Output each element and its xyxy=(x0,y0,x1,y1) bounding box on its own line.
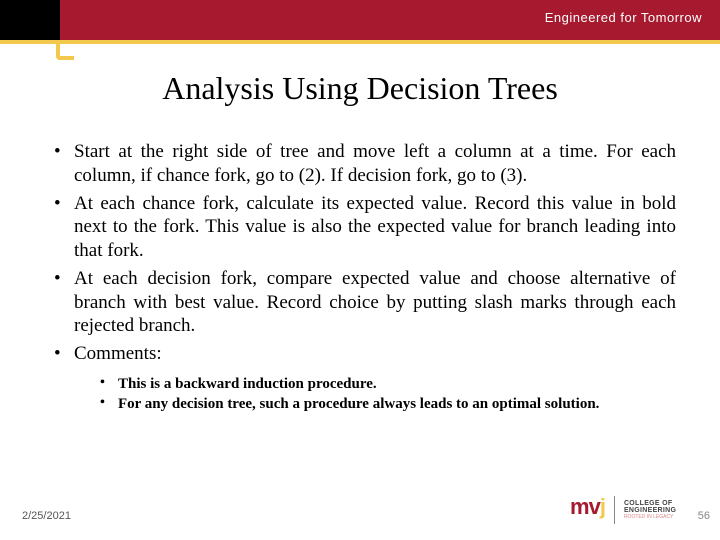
header-black-block xyxy=(0,0,60,40)
header-yellow-hook xyxy=(56,44,74,60)
sub-bullet-item: This is a backward induction procedure. xyxy=(88,374,676,394)
logo-divider xyxy=(614,496,615,524)
header-yellow-line xyxy=(0,40,720,44)
bullet-list-sub: This is a backward induction procedure. … xyxy=(74,374,676,415)
bullet-item: At each chance fork, calculate its expec… xyxy=(48,192,676,263)
footer-page-number: 56 xyxy=(698,510,710,522)
logo-small-tagline: ROOTED IN LEGACY xyxy=(624,514,676,520)
logo-right-block: COLLEGE OF ENGINEERING ROOTED IN LEGACY xyxy=(624,500,676,520)
logo-coe-line1: COLLEGE OF xyxy=(624,500,676,507)
college-logo: mvj COLLEGE OF ENGINEERING ROOTED IN LEG… xyxy=(570,494,690,528)
tagline-text: Engineered for Tomorrow xyxy=(545,10,702,25)
logo-mvj-text: mvj xyxy=(570,494,605,519)
bullet-item: At each decision fork, compare expected … xyxy=(48,267,676,338)
footer-date: 2/25/2021 xyxy=(22,510,71,522)
logo-coe-line2: ENGINEERING xyxy=(624,507,676,514)
bullet-list-main: Start at the right side of tree and move… xyxy=(48,140,676,414)
slide-body: Start at the right side of tree and move… xyxy=(48,140,676,418)
bullet-text: Comments: xyxy=(74,343,162,364)
slide: Engineered for Tomorrow Analysis Using D… xyxy=(0,0,720,540)
bullet-item: Start at the right side of tree and move… xyxy=(48,140,676,188)
header-bar: Engineered for Tomorrow xyxy=(0,0,720,48)
bullet-item: Comments: This is a backward induction p… xyxy=(48,342,676,414)
slide-title: Analysis Using Decision Trees xyxy=(0,70,720,107)
sub-bullet-item: For any decision tree, such a procedure … xyxy=(88,394,676,414)
